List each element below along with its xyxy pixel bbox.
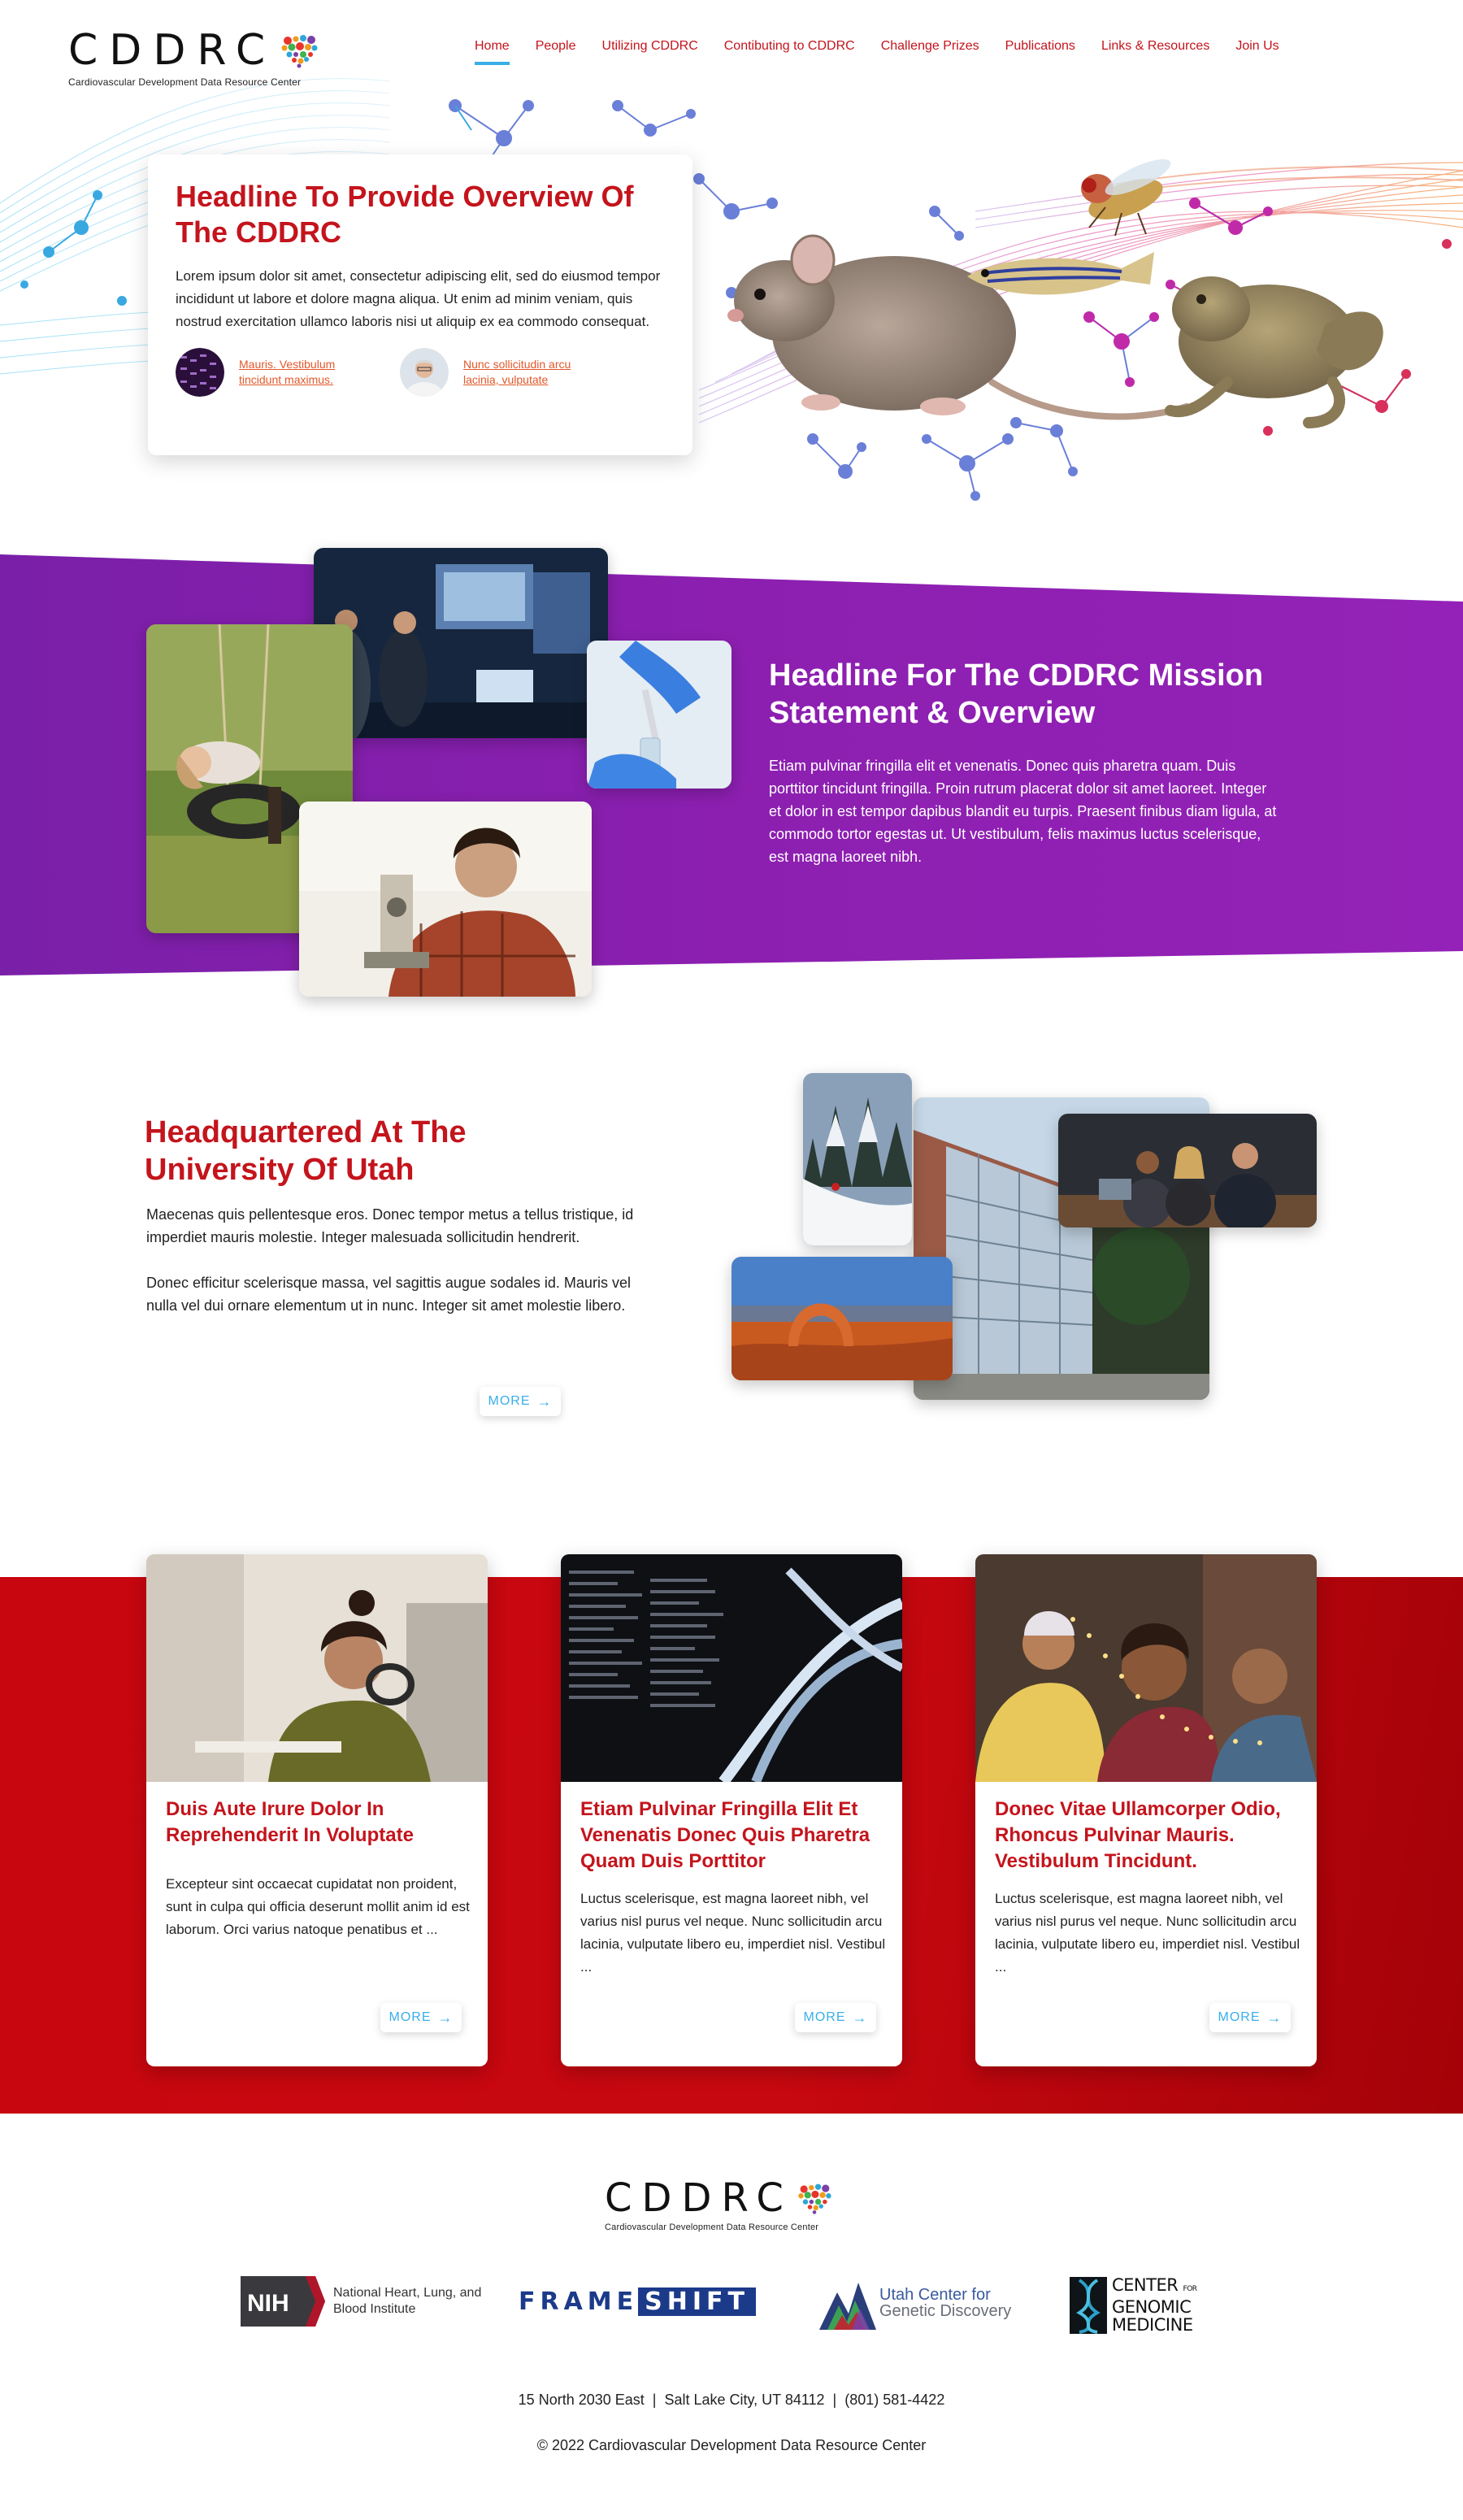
fruit-fly-image: [1081, 159, 1171, 237]
nav-links-resources[interactable]: Links & Resources: [1101, 39, 1209, 65]
footer-logo[interactable]: CDDRC Cardiovascular Development Data Re…: [605, 2179, 865, 2232]
footer-copyright: © 2022 Cardiovascular Development Data R…: [536, 2437, 927, 2453]
hq-body: Maecenas quis pellentesque eros. Donec t…: [146, 1203, 650, 1317]
hq-more-label: MORE: [488, 1394, 531, 1408]
partner-genomic-medicine-logo[interactable]: CENTER FOR GENOMIC MEDICINE: [1070, 2276, 1197, 2334]
mission-body: Etiam pulvinar fringilla elit et venenat…: [769, 758, 1277, 865]
logo-wordmark: CDDRC: [68, 26, 277, 75]
hero-links: Mauris. Vestibulum tincidunt maximus. Nu…: [176, 348, 665, 397]
heart-logo-icon: [798, 2183, 831, 2214]
hq-paragraph-1: Maecenas quis pellentesque eros. Donec t…: [146, 1206, 634, 1245]
hero-link-1-text[interactable]: Mauris. Vestibulum tincidunt maximus.: [239, 357, 361, 388]
card-2-title[interactable]: Etiam Pulvinar Fringilla Elit Et Venenat…: [580, 1797, 889, 1875]
arrow-right-icon: →: [437, 2009, 454, 2026]
hero-link-2-text[interactable]: Nunc sollicitudin arcu lacinia, vulputat…: [463, 357, 585, 388]
hq-more-button[interactable]: MORE →: [480, 1387, 561, 1416]
mountain-logo-icon: [819, 2283, 876, 2330]
card-2-body: Luctus scelerisque, est magna laoreet ni…: [580, 1891, 886, 1975]
footer-address: 15 North 2030 East | Salt Lake City, UT …: [518, 2392, 945, 2408]
card-image-family-with-lights: [975, 1554, 1317, 1782]
card-2-more-button[interactable]: MORE →: [795, 2003, 876, 2032]
card-2-more-label: MORE: [803, 2010, 846, 2024]
dna-gel-thumbnail: [176, 348, 224, 397]
nav-people[interactable]: People: [536, 39, 576, 65]
cgm-small: FOR: [1183, 2285, 1198, 2293]
rat-image: [727, 234, 1190, 420]
nih-name: National Heart, Lung, and Blood Institut…: [333, 2286, 482, 2316]
utah-center-line1: Utah Center for: [879, 2286, 991, 2304]
utah-center-line2: Genetic Discovery: [879, 2302, 1012, 2320]
nav-challenge-prizes[interactable]: Challenge Prizes: [881, 39, 979, 65]
arrow-right-icon: →: [1266, 2009, 1283, 2026]
dna-helix-icon: [1070, 2276, 1107, 2334]
feature-card-2[interactable]: Etiam Pulvinar Fringilla Elit Et Venenat…: [561, 1554, 902, 2066]
main-nav: Home People Utilizing CDDRC Contibuting …: [475, 39, 1305, 65]
photo-student-microscope: [299, 802, 592, 997]
nav-contributing-to-cddrc[interactable]: Contibuting to CDDRC: [724, 39, 855, 65]
frog-image: [1165, 276, 1383, 428]
partner-nih-logo[interactable]: NIH National Heart, Lung, and Blood Inst…: [241, 2276, 488, 2327]
card-3-body: Luctus scelerisque, est magna laoreet ni…: [995, 1891, 1300, 1975]
card-image-dna-data-visualization: [561, 1554, 902, 1782]
card-1-body: Excepteur sint occaecat cupidatat non pr…: [166, 1876, 470, 1937]
hq-paragraph-2: Donec efficitur scelerisque massa, vel s…: [146, 1275, 631, 1314]
card-3-more-label: MORE: [1218, 2010, 1261, 2024]
feature-card-1[interactable]: Duis Aute Irure Dolor In Reprehenderit I…: [146, 1554, 488, 2066]
mission-title: Headline For The CDDRC Mission Statement…: [769, 658, 1264, 730]
arrow-right-icon: →: [852, 2009, 868, 2026]
logo-subtitle: Cardiovascular Development Data Resource…: [68, 76, 302, 88]
cgm-line1: CENTER: [1112, 2275, 1179, 2295]
scientist-portrait-thumbnail: [400, 348, 449, 397]
partner-utah-center-logo[interactable]: Utah Center for Genetic Discovery: [819, 2276, 1011, 2330]
partner-logos: NIH National Heart, Lung, and Blood Inst…: [0, 2276, 1463, 2341]
photo-pipette-vial: [587, 641, 732, 789]
nav-join-us[interactable]: Join Us: [1235, 39, 1278, 65]
footer-logo-subtitle: Cardiovascular Development Data Resource…: [605, 2222, 819, 2232]
hq-title: Headquartered At The University Of Utah: [145, 1115, 467, 1187]
card-3-more-button[interactable]: MORE →: [1209, 2003, 1291, 2032]
hero-link-2[interactable]: Nunc sollicitudin arcu lacinia, vulputat…: [400, 348, 624, 397]
nav-utilizing-cddrc[interactable]: Utilizing CDDRC: [602, 39, 698, 65]
nav-publications[interactable]: Publications: [1005, 39, 1075, 65]
frameshift-shift-text: SHIFT: [638, 2288, 757, 2316]
card-3-title[interactable]: Donec Vitae Ullamcorper Odio, Rhoncus Pu…: [995, 1797, 1304, 1875]
card-image-student-writing: [146, 1554, 488, 1782]
mission-section: Headline For The CDDRC Mission Statement…: [0, 520, 1463, 1024]
site-header: CDDRC Cardiovascular Development Data Re…: [0, 0, 1463, 98]
frameshift-frame-text: FRAME: [519, 2288, 639, 2316]
nih-mark-icon: NIH: [241, 2276, 325, 2327]
nav-home[interactable]: Home: [475, 39, 510, 65]
photo-team-meeting: [1058, 1114, 1317, 1227]
arrow-right-icon: →: [536, 1393, 553, 1410]
partner-frameshift-logo[interactable]: FRAME SHIFT: [519, 2288, 757, 2316]
card-1-more-button[interactable]: MORE →: [380, 2003, 462, 2032]
card-1-title[interactable]: Duis Aute Irure Dolor In Reprehenderit I…: [166, 1797, 475, 1849]
photo-lab-presentation: [314, 548, 608, 738]
hero-overview-card: Headline To Provide Overview Of The CDDR…: [148, 154, 692, 455]
site-logo[interactable]: CDDRC Cardiovascular Development Data Re…: [68, 29, 320, 88]
hero-title: Headline To Provide Overview Of The CDDR…: [176, 180, 634, 249]
photo-delicate-arch: [732, 1257, 953, 1380]
hero-link-1[interactable]: Mauris. Vestibulum tincidunt maximus.: [176, 348, 400, 397]
feature-card-3[interactable]: Donec Vitae Ullamcorper Odio, Rhoncus Pu…: [975, 1554, 1317, 2066]
cgm-line2: GENOMIC: [1112, 2297, 1192, 2317]
nih-mark-text: NIH: [247, 2290, 289, 2317]
card-1-more-label: MORE: [389, 2010, 432, 2024]
hero-body: Lorem ipsum dolor sit amet, consectetur …: [176, 268, 661, 329]
heart-logo-icon: [280, 33, 319, 68]
photo-skier-snowy-trees: [803, 1073, 912, 1245]
footer-logo-wordmark: CDDRC: [605, 2175, 793, 2221]
cgm-line3: MEDICINE: [1112, 2315, 1193, 2335]
